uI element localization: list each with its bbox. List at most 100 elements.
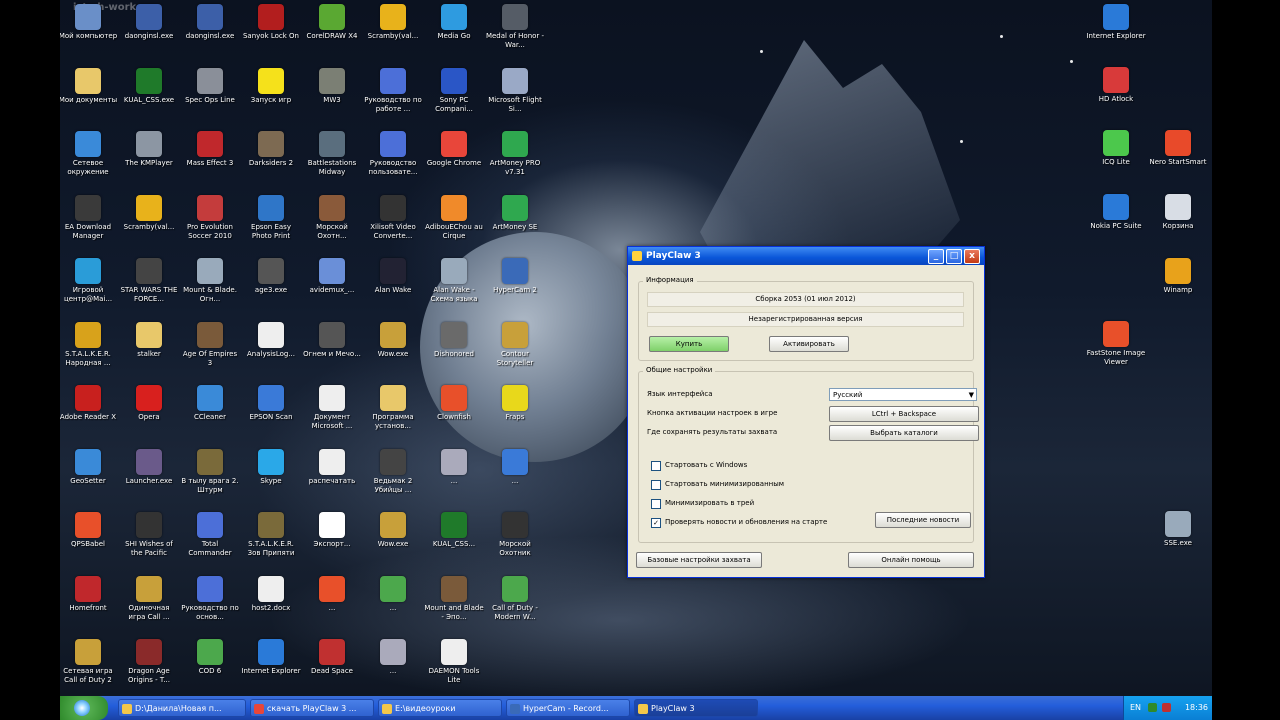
desktop-icon[interactable]: SHI Wishes of the Pacific bbox=[119, 509, 179, 571]
desktop-icon[interactable]: CorelDRAW X4 bbox=[302, 1, 362, 63]
desktop-icon[interactable]: EA Download Manager bbox=[60, 192, 118, 254]
desktop-icon[interactable]: Scramby(val... bbox=[363, 1, 423, 63]
desktop-icon[interactable]: ... bbox=[363, 573, 423, 635]
task-browser[interactable]: скачать PlayClaw 3 ... bbox=[250, 699, 374, 717]
desktop-icon[interactable]: Call of Duty - Modern W... bbox=[485, 573, 545, 635]
desktop-icon[interactable]: Dishonored bbox=[424, 319, 484, 381]
desktop-icon[interactable]: В тылу врага 2. Штурм bbox=[180, 446, 240, 508]
desktop-icon[interactable]: Сетевое окружение bbox=[60, 128, 118, 190]
tray-icon[interactable] bbox=[1148, 703, 1157, 712]
desktop-icon[interactable]: Sony PC Compani... bbox=[424, 65, 484, 127]
desktop-icon[interactable]: Sanyok Lock On bbox=[241, 1, 301, 63]
desktop-icon[interactable]: MW3 bbox=[302, 65, 362, 127]
desktop-icon[interactable]: Skype bbox=[241, 446, 301, 508]
buy-button[interactable]: Купить bbox=[649, 336, 729, 352]
desktop-icon[interactable]: FastStone Image Viewer bbox=[1086, 318, 1146, 380]
desktop-icon[interactable]: Руководство пользовате... bbox=[363, 128, 423, 190]
desktop-icon[interactable]: Огнем и Мечо... bbox=[302, 319, 362, 381]
desktop-icon[interactable]: SSE.exe bbox=[1148, 508, 1208, 570]
desktop-icon[interactable]: Adobe Reader X bbox=[60, 382, 118, 444]
desktop-icon[interactable]: Одиночная игра Call ... bbox=[119, 573, 179, 635]
desktop-icon[interactable]: daonginsl.exe bbox=[180, 1, 240, 63]
task-folder-1[interactable]: D:\Данила\Новая п... bbox=[118, 699, 246, 717]
close-button[interactable]: x bbox=[964, 249, 980, 264]
desktop-icon[interactable]: EPSON Scan bbox=[241, 382, 301, 444]
desktop-icon[interactable]: ... bbox=[363, 636, 423, 698]
task-folder-2[interactable]: E:\видеоуроки bbox=[378, 699, 502, 717]
clock[interactable]: 18:36 bbox=[1185, 696, 1208, 720]
desktop-icon[interactable]: Программа установ... bbox=[363, 382, 423, 444]
desktop-icon[interactable]: AdibouEChou au Cirque bbox=[424, 192, 484, 254]
desktop-icon[interactable]: Документ Microsoft ... bbox=[302, 382, 362, 444]
online-help-button[interactable]: Онлайн помощь bbox=[848, 552, 974, 568]
desktop-icon[interactable]: HD Atlock bbox=[1086, 64, 1146, 126]
desktop-icon[interactable]: CCleaner bbox=[180, 382, 240, 444]
desktop-icon[interactable]: Мой компьютер bbox=[60, 1, 118, 63]
desktop-icon[interactable]: Contour Storyteller bbox=[485, 319, 545, 381]
desktop-icon[interactable]: S.T.A.L.K.E.R. Народная ... bbox=[60, 319, 118, 381]
desktop-icon[interactable]: Сетевая игра Call of Duty 2 bbox=[60, 636, 118, 698]
minimize-tray-checkbox[interactable] bbox=[651, 499, 661, 509]
desktop-icon[interactable]: Корзина bbox=[1148, 191, 1208, 253]
maximize-button[interactable]: □ bbox=[946, 249, 962, 264]
desktop-icon[interactable]: Mount and Blade - Эпо... bbox=[424, 573, 484, 635]
check-news-checkbox[interactable]: ✓ bbox=[651, 518, 661, 528]
language-select[interactable]: Русский ▼ bbox=[829, 388, 977, 401]
desktop-icon[interactable]: The KMPlayer bbox=[119, 128, 179, 190]
desktop-icon[interactable]: COD 6 bbox=[180, 636, 240, 698]
desktop-icon[interactable]: Internet Explorer bbox=[241, 636, 301, 698]
desktop-icon[interactable]: Google Chrome bbox=[424, 128, 484, 190]
desktop-icon[interactable]: ... bbox=[424, 446, 484, 508]
desktop-icon[interactable]: daonginsl.exe bbox=[119, 1, 179, 63]
desktop-icon[interactable]: Экспорт... bbox=[302, 509, 362, 571]
desktop-icon[interactable]: Wow.exe bbox=[363, 509, 423, 571]
desktop-icon[interactable]: avidemux_... bbox=[302, 255, 362, 317]
desktop-icon[interactable]: Руководство по работе ... bbox=[363, 65, 423, 127]
start-windows-checkbox[interactable] bbox=[651, 461, 661, 471]
desktop-icon[interactable]: GeoSetter bbox=[60, 446, 118, 508]
desktop-icon[interactable]: Scramby(val... bbox=[119, 192, 179, 254]
desktop-icon[interactable]: Spec Ops Line bbox=[180, 65, 240, 127]
desktop-icon[interactable]: HyperCam 2 bbox=[485, 255, 545, 317]
desktop-icon[interactable]: Epson Easy Photo Print bbox=[241, 192, 301, 254]
desktop-icon[interactable]: Alan Wake bbox=[363, 255, 423, 317]
desktop-icon[interactable]: Opera bbox=[119, 382, 179, 444]
tray-icon[interactable] bbox=[1162, 703, 1171, 712]
desktop-icon[interactable]: stalker bbox=[119, 319, 179, 381]
desktop-icon[interactable]: Homefront bbox=[60, 573, 118, 635]
desktop-icon[interactable]: Alan Wake - Схема языка bbox=[424, 255, 484, 317]
choose-folders-button[interactable]: Выбрать каталоги bbox=[829, 425, 979, 441]
desktop-icon[interactable]: Total Commander bbox=[180, 509, 240, 571]
desktop-icon[interactable]: Winamp bbox=[1148, 255, 1208, 317]
desktop-icon[interactable]: Игровой центр@Mai... bbox=[60, 255, 118, 317]
desktop-icon[interactable]: Dead Space bbox=[302, 636, 362, 698]
desktop-icon[interactable]: Pro Evolution Soccer 2010 bbox=[180, 192, 240, 254]
dialog-titlebar[interactable]: PlayClaw 3 _ □ x bbox=[628, 247, 984, 265]
desktop-icon[interactable]: Media Go bbox=[424, 1, 484, 63]
desktop-icon[interactable]: Руководство по основ... bbox=[180, 573, 240, 635]
desktop-icon[interactable]: Microsoft Flight Si... bbox=[485, 65, 545, 127]
desktop-icon[interactable]: DAEMON Tools Lite bbox=[424, 636, 484, 698]
minimize-button[interactable]: _ bbox=[928, 249, 944, 264]
desktop-icon[interactable]: Морской Охотник bbox=[485, 509, 545, 571]
language-indicator[interactable]: EN bbox=[1130, 696, 1141, 720]
desktop-icon[interactable]: ArtMoney SE bbox=[485, 192, 545, 254]
desktop-icon[interactable]: Medal of Honor - War... bbox=[485, 1, 545, 63]
desktop-icon[interactable]: Mass Effect 3 bbox=[180, 128, 240, 190]
desktop-icon[interactable]: Darksiders 2 bbox=[241, 128, 301, 190]
desktop-icon[interactable]: age3.exe bbox=[241, 255, 301, 317]
desktop-icon[interactable]: Internet Explorer bbox=[1086, 1, 1146, 63]
desktop-icon[interactable]: Mount & Blade. Огн... bbox=[180, 255, 240, 317]
desktop-icon[interactable]: Nero StartSmart bbox=[1148, 127, 1208, 189]
desktop-icon[interactable]: QPSBabel bbox=[60, 509, 118, 571]
task-playclaw[interactable]: PlayClaw 3 bbox=[634, 699, 758, 717]
desktop-icon[interactable]: Battlestations Midway bbox=[302, 128, 362, 190]
desktop-icon[interactable]: STAR WARS THE FORCE... bbox=[119, 255, 179, 317]
desktop-icon[interactable]: Nokia PC Suite bbox=[1086, 191, 1146, 253]
desktop-icon[interactable]: Age Of Empires 3 bbox=[180, 319, 240, 381]
desktop-icon[interactable]: Xilisoft Video Converte... bbox=[363, 192, 423, 254]
desktop-icon[interactable]: Запуск игр bbox=[241, 65, 301, 127]
desktop-icon[interactable]: Fraps bbox=[485, 382, 545, 444]
task-hypercam[interactable]: HyperCam - Record... bbox=[506, 699, 630, 717]
desktop-icon[interactable]: Launcher.exe bbox=[119, 446, 179, 508]
